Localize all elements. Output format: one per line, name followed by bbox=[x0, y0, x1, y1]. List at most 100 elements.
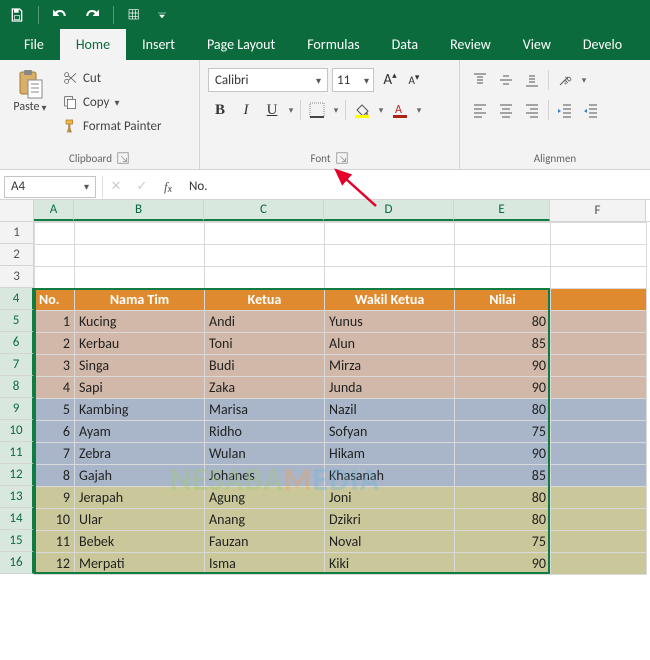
cell-A10[interactable]: 6 bbox=[35, 421, 75, 443]
cell-A6[interactable]: 2 bbox=[35, 333, 75, 355]
cell-F5[interactable] bbox=[551, 311, 647, 333]
cell-D10[interactable]: Sofyan bbox=[325, 421, 455, 443]
row-header-9[interactable]: 9 bbox=[0, 398, 34, 420]
cell-F8[interactable] bbox=[551, 377, 647, 399]
increase-indent-button[interactable] bbox=[579, 98, 603, 122]
row-header-2[interactable]: 2 bbox=[0, 244, 34, 266]
cell-F4[interactable] bbox=[551, 289, 647, 311]
tab-home[interactable]: Home bbox=[60, 29, 126, 60]
cut-button[interactable]: Cut bbox=[58, 68, 166, 88]
font-color-dropdown[interactable]: ▾ bbox=[414, 98, 424, 122]
cell-D1[interactable] bbox=[325, 223, 455, 245]
underline-button[interactable]: U bbox=[260, 98, 284, 122]
italic-button[interactable]: I bbox=[234, 98, 258, 122]
cell-A8[interactable]: 4 bbox=[35, 377, 75, 399]
enter-formula-button[interactable]: ✓ bbox=[129, 176, 155, 198]
tab-data[interactable]: Data bbox=[376, 29, 434, 60]
column-header-F[interactable]: F bbox=[550, 200, 646, 221]
cell-F1[interactable] bbox=[551, 223, 647, 245]
cell-C4[interactable]: Ketua bbox=[205, 289, 325, 311]
cell-B14[interactable]: Ular bbox=[75, 509, 205, 531]
orientation-button[interactable]: ab bbox=[553, 68, 577, 92]
align-right-button[interactable] bbox=[520, 98, 544, 122]
row-header-7[interactable]: 7 bbox=[0, 354, 34, 376]
cell-C12[interactable]: Johanes bbox=[205, 465, 325, 487]
column-header-A[interactable]: A bbox=[34, 200, 74, 221]
fill-color-button[interactable] bbox=[350, 98, 374, 122]
undo-icon[interactable] bbox=[49, 4, 71, 26]
decrease-indent-button[interactable] bbox=[553, 98, 577, 122]
cancel-formula-button[interactable]: ✕ bbox=[103, 176, 129, 198]
cell-E13[interactable]: 80 bbox=[455, 487, 551, 509]
cell-B10[interactable]: Ayam bbox=[75, 421, 205, 443]
quick-table-icon[interactable] bbox=[124, 4, 146, 26]
borders-button[interactable] bbox=[305, 98, 329, 122]
insert-function-button[interactable]: fx bbox=[155, 176, 181, 198]
tab-formulas[interactable]: Formulas bbox=[291, 29, 375, 60]
cell-A11[interactable]: 7 bbox=[35, 443, 75, 465]
cell-E11[interactable]: 90 bbox=[455, 443, 551, 465]
cell-E6[interactable]: 85 bbox=[455, 333, 551, 355]
row-header-6[interactable]: 6 bbox=[0, 332, 34, 354]
cell-D2[interactable] bbox=[325, 245, 455, 267]
cell-F10[interactable] bbox=[551, 421, 647, 443]
cell-C8[interactable]: Zaka bbox=[205, 377, 325, 399]
font-color-button[interactable]: A bbox=[388, 98, 412, 122]
cell-F11[interactable] bbox=[551, 443, 647, 465]
cell-A7[interactable]: 3 bbox=[35, 355, 75, 377]
cell-F12[interactable] bbox=[551, 465, 647, 487]
cell-D8[interactable]: Junda bbox=[325, 377, 455, 399]
cell-A1[interactable] bbox=[35, 223, 75, 245]
fill-color-dropdown[interactable]: ▾ bbox=[376, 98, 386, 122]
cell-A5[interactable]: 1 bbox=[35, 311, 75, 333]
cell-C2[interactable] bbox=[205, 245, 325, 267]
cell-A15[interactable]: 11 bbox=[35, 531, 75, 553]
cell-D9[interactable]: Nazil bbox=[325, 399, 455, 421]
row-header-1[interactable]: 1 bbox=[0, 222, 34, 244]
row-header-4[interactable]: 4 bbox=[0, 288, 34, 310]
cell-B3[interactable] bbox=[75, 267, 205, 289]
cell-C14[interactable]: Anang bbox=[205, 509, 325, 531]
dialog-launcher-icon[interactable] bbox=[116, 151, 130, 165]
cell-B5[interactable]: Kucing bbox=[75, 311, 205, 333]
borders-dropdown[interactable]: ▾ bbox=[331, 98, 341, 122]
cell-D15[interactable]: Noval bbox=[325, 531, 455, 553]
cell-B12[interactable]: Gajah bbox=[75, 465, 205, 487]
cell-C13[interactable]: Agung bbox=[205, 487, 325, 509]
align-left-button[interactable] bbox=[468, 98, 492, 122]
cell-B13[interactable]: Jerapah bbox=[75, 487, 205, 509]
tab-view[interactable]: View bbox=[507, 29, 567, 60]
cell-E5[interactable]: 80 bbox=[455, 311, 551, 333]
cell-B7[interactable]: Singa bbox=[75, 355, 205, 377]
row-header-11[interactable]: 11 bbox=[0, 442, 34, 464]
cell-C5[interactable]: Andi bbox=[205, 311, 325, 333]
cell-D7[interactable]: Mirza bbox=[325, 355, 455, 377]
redo-icon[interactable] bbox=[81, 4, 103, 26]
tab-review[interactable]: Review bbox=[434, 29, 507, 60]
cell-C9[interactable]: Marisa bbox=[205, 399, 325, 421]
cell-D16[interactable]: Kiki bbox=[325, 553, 455, 575]
cell-D3[interactable] bbox=[325, 267, 455, 289]
cell-F14[interactable] bbox=[551, 509, 647, 531]
cell-F2[interactable] bbox=[551, 245, 647, 267]
cell-C3[interactable] bbox=[205, 267, 325, 289]
name-box[interactable]: A4▾ bbox=[4, 176, 96, 198]
cell-A4[interactable]: No. bbox=[35, 289, 75, 311]
cell-E10[interactable]: 75 bbox=[455, 421, 551, 443]
column-header-E[interactable]: E bbox=[454, 200, 550, 221]
formula-input[interactable]: No. bbox=[181, 176, 650, 198]
dialog-launcher-icon[interactable] bbox=[335, 151, 349, 165]
column-header-D[interactable]: D bbox=[324, 200, 454, 221]
row-header-12[interactable]: 12 bbox=[0, 464, 34, 486]
cell-E2[interactable] bbox=[455, 245, 551, 267]
cell-A14[interactable]: 10 bbox=[35, 509, 75, 531]
cell-E12[interactable]: 85 bbox=[455, 465, 551, 487]
cell-C15[interactable]: Fauzan bbox=[205, 531, 325, 553]
cell-E7[interactable]: 90 bbox=[455, 355, 551, 377]
tab-developer[interactable]: Develo bbox=[567, 29, 638, 60]
align-bottom-button[interactable] bbox=[520, 68, 544, 92]
cell-C16[interactable]: Isma bbox=[205, 553, 325, 575]
align-top-button[interactable] bbox=[468, 68, 492, 92]
cells-area[interactable]: No.Nama TimKetuaWakil KetuaNilai1KucingA… bbox=[34, 222, 647, 575]
align-middle-button[interactable] bbox=[494, 68, 518, 92]
